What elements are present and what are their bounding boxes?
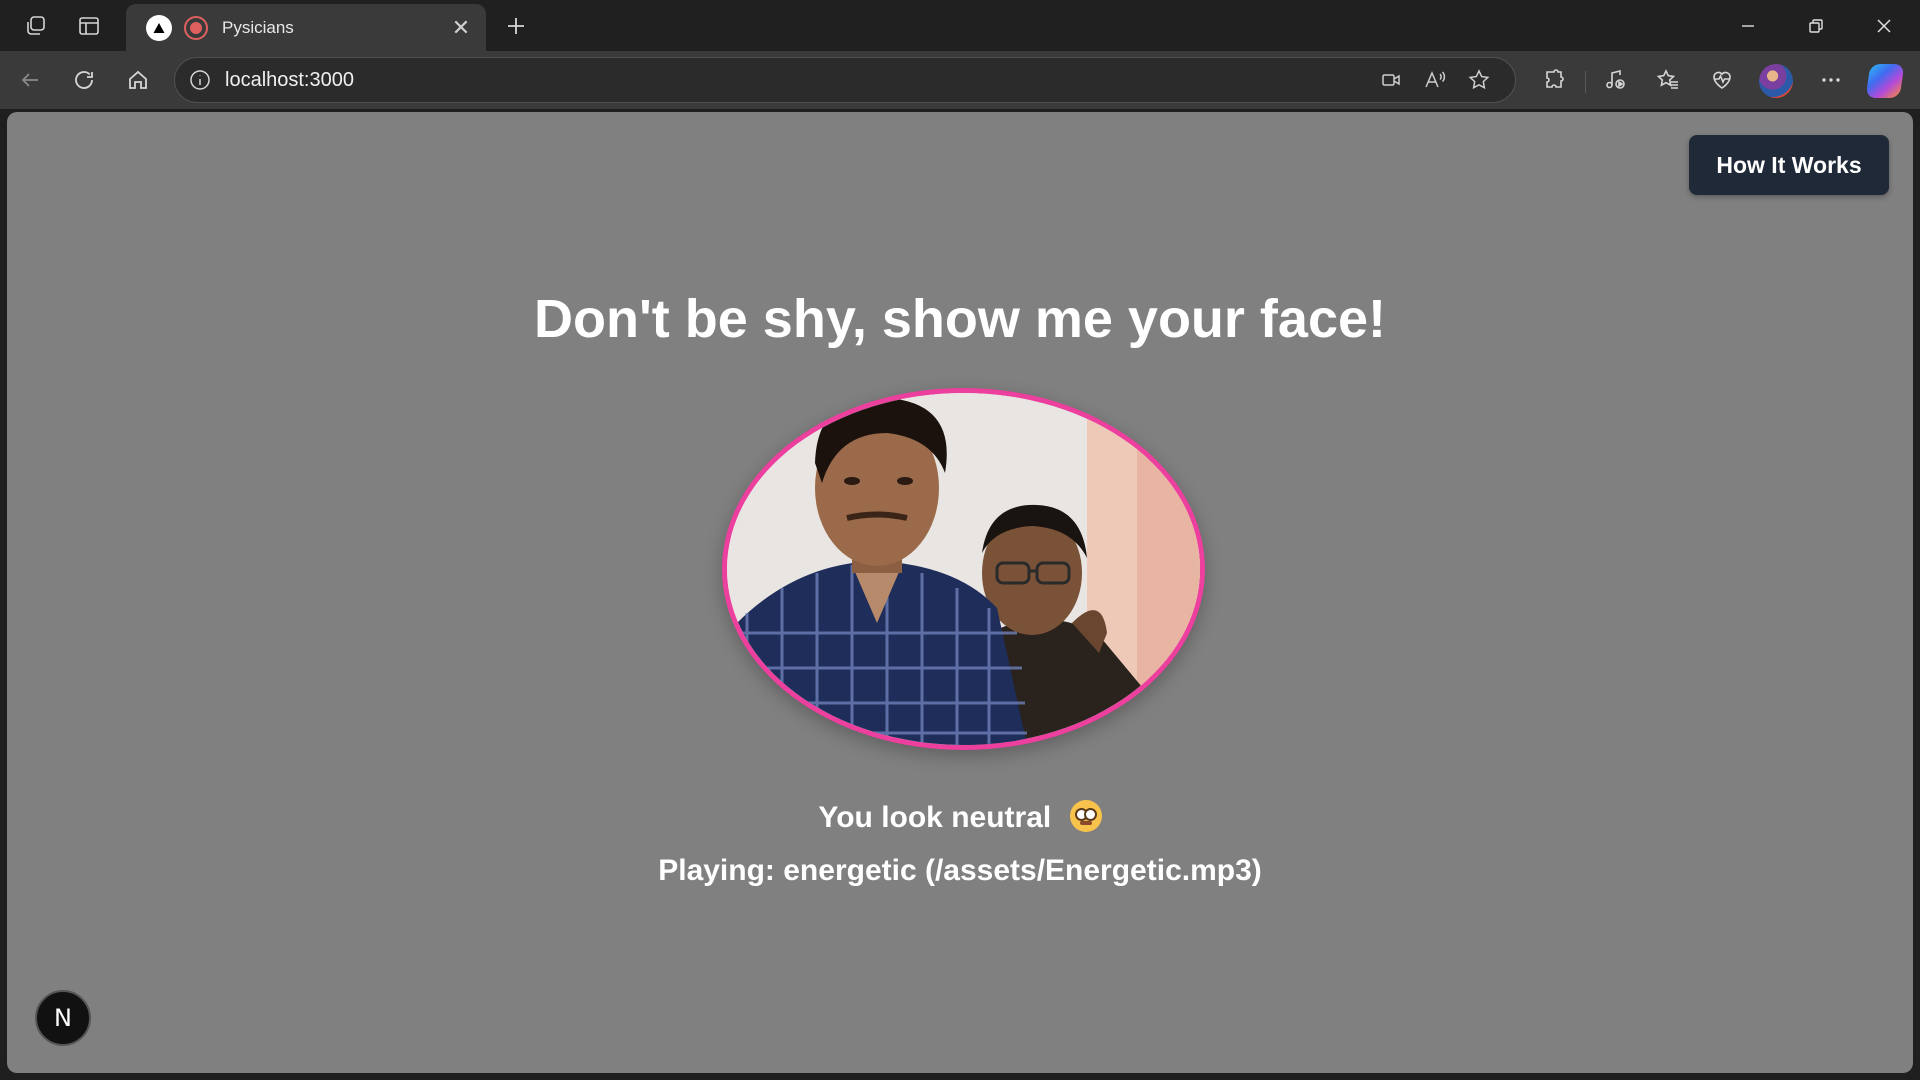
mood-line: You look neutral xyxy=(7,800,1913,835)
recording-indicator-icon xyxy=(184,15,208,40)
url-text[interactable]: localhost:3000 xyxy=(225,69,1369,92)
vercel-favicon-icon xyxy=(146,14,172,41)
active-tab[interactable]: Pysicians ✕ xyxy=(126,4,486,51)
back-icon[interactable] xyxy=(11,61,49,99)
tab-close-icon[interactable]: ✕ xyxy=(448,15,474,41)
copilot-icon[interactable] xyxy=(1865,64,1905,98)
info-icon[interactable] xyxy=(189,69,211,91)
favorite-star-icon[interactable] xyxy=(1457,60,1501,100)
mood-text: You look neutral xyxy=(818,801,1052,834)
tab-title: Pysicians xyxy=(222,17,294,37)
restore-icon[interactable] xyxy=(1782,0,1850,51)
close-window-icon[interactable] xyxy=(1850,0,1918,51)
minimize-icon[interactable] xyxy=(1714,0,1782,51)
camera-icon[interactable] xyxy=(1369,60,1413,100)
home-icon[interactable] xyxy=(119,61,157,99)
read-aloud-icon[interactable] xyxy=(1413,60,1457,100)
how-it-works-button[interactable]: How It Works xyxy=(1689,135,1889,195)
flushed-face-icon xyxy=(1069,800,1102,832)
extensions-icon[interactable] xyxy=(1534,61,1574,99)
browser-essentials-icon[interactable] xyxy=(1702,61,1742,99)
webcam-feed xyxy=(722,388,1205,750)
nextjs-dev-indicator[interactable]: N xyxy=(35,990,91,1046)
media-control-icon[interactable] xyxy=(1595,61,1635,99)
now-playing-text: Playing: energetic (/assets/Energetic.mp… xyxy=(658,854,1262,887)
browser-toolbar: localhost:3000 xyxy=(0,51,1920,109)
title-bar: Pysicians ✕ xyxy=(0,0,1920,51)
more-options-icon[interactable] xyxy=(1811,61,1851,99)
favorites-icon[interactable] xyxy=(1648,61,1688,99)
page-headline: Don't be shy, show me your face! xyxy=(533,289,1386,349)
tab-actions-icon[interactable] xyxy=(62,0,116,51)
workspaces-icon[interactable] xyxy=(9,0,63,51)
refresh-icon[interactable] xyxy=(65,61,103,99)
page-viewport: How It Works Don't be shy, show me your … xyxy=(7,112,1913,1073)
profile-avatar[interactable] xyxy=(1759,64,1793,98)
address-bar[interactable]: localhost:3000 xyxy=(174,57,1516,103)
toolbar-separator xyxy=(1585,71,1586,93)
new-tab-button[interactable] xyxy=(496,6,536,46)
